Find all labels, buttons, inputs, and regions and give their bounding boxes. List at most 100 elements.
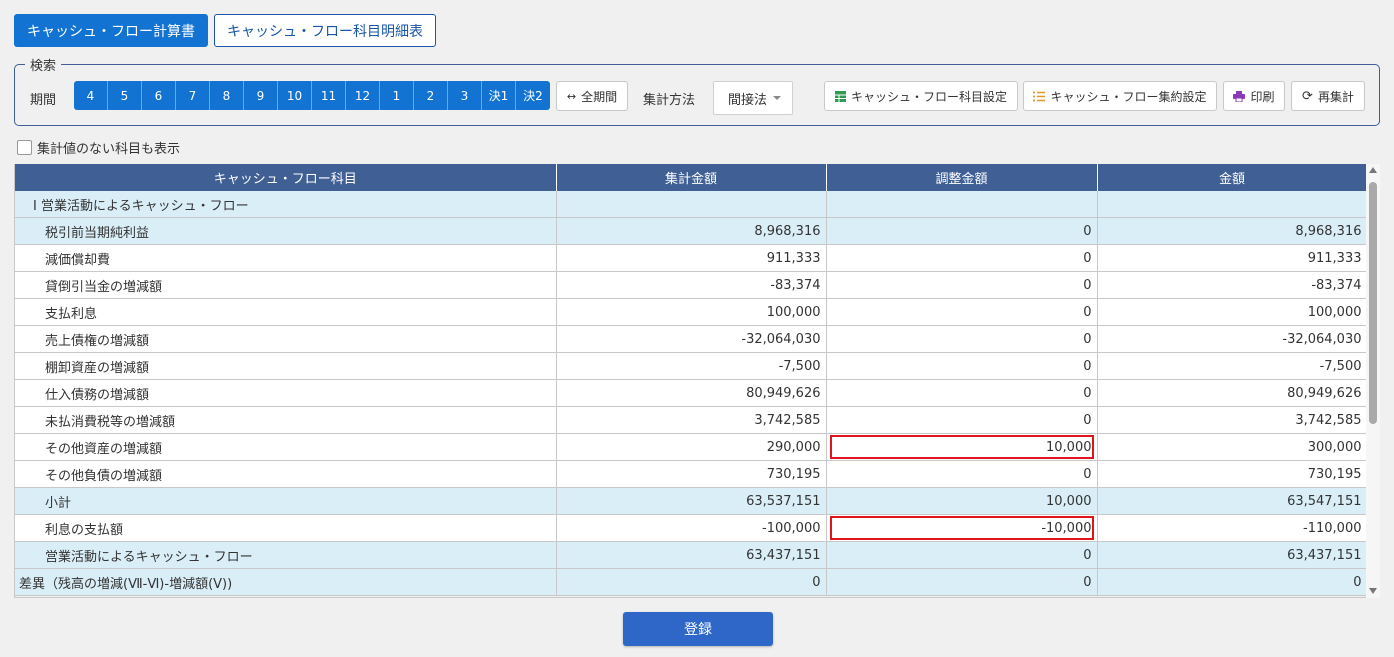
header-aggregate-amount: 集計金額 [556, 164, 827, 191]
row-name: その他負債の増減額 [15, 460, 557, 488]
month-9[interactable]: 9 [244, 81, 278, 110]
row-name: 利息の支払額 [15, 514, 557, 542]
month-4[interactable]: 4 [74, 81, 108, 110]
month-6[interactable]: 6 [142, 81, 176, 110]
row-adjustment: 0 [826, 541, 1098, 569]
row-amount: 730,195 [1097, 460, 1366, 488]
table-scrollbar[interactable] [1366, 164, 1380, 598]
row-amount: 0 [1097, 568, 1366, 596]
list-check-icon [1033, 91, 1046, 102]
row-amount: 80,949,626 [1097, 379, 1366, 407]
tab-cash-flow-statement[interactable]: キャッシュ・フロー計算書 [14, 14, 208, 47]
month-2[interactable]: 2 [414, 81, 448, 110]
month-8[interactable]: 8 [210, 81, 244, 110]
show-empty-row: 集計値のない科目も表示 [17, 138, 180, 157]
print-label: 印刷 [1250, 89, 1275, 104]
table-row: Ⅰ 営業活動によるキャッシュ・フロー [15, 191, 1366, 218]
row-adjustment[interactable]: 0 [826, 298, 1098, 326]
table-row: 利息の支払額 -100,000 -10,000 -110,000 [15, 514, 1366, 542]
month-3[interactable]: 3 [448, 81, 482, 110]
period-label: 期間 [30, 93, 57, 108]
method-label: 集計方法 [643, 93, 696, 108]
refresh-icon: ⟳ [1302, 88, 1313, 104]
row-amount: 3,742,585 [1097, 406, 1366, 434]
month-settlement-1[interactable]: 決1 [482, 81, 516, 110]
table-icon [834, 90, 846, 102]
table-row: 未払消費税等の増減額 3,742,585 0 3,742,585 [15, 406, 1366, 434]
table-row: 減価償却費 911,333 0 911,333 [15, 244, 1366, 272]
row-aggregate: 730,195 [556, 460, 827, 488]
item-settings-label: キャッシュ・フロー科目設定 [850, 89, 1007, 104]
all-period-button[interactable]: ↔ 全期間 [556, 81, 628, 111]
row-adjustment[interactable]: 0 [826, 217, 1098, 245]
method-select[interactable]: 間接法 [713, 81, 793, 115]
register-button[interactable]: 登録 [623, 612, 773, 646]
row-adjustment[interactable]: 0 [826, 352, 1098, 380]
row-aggregate: 0 [556, 568, 827, 596]
method-value: 間接法 [728, 92, 768, 108]
row-adjustment [826, 191, 1098, 218]
row-aggregate: 3,742,585 [556, 406, 827, 434]
table-row: 売上債権の増減額 -32,064,030 0 -32,064,030 [15, 325, 1366, 353]
row-amount [1097, 191, 1366, 218]
row-aggregate: -7,500 [556, 352, 827, 380]
horizontal-arrows-icon: ↔ [566, 89, 577, 103]
table-row: 小計 63,537,151 10,000 63,547,151 [15, 487, 1366, 515]
row-amount: 63,547,151 [1097, 487, 1366, 515]
row-adjustment[interactable]: 0 [826, 271, 1098, 299]
show-empty-label[interactable]: 集計値のない科目も表示 [37, 138, 180, 157]
header-adjustment-amount: 調整金額 [826, 164, 1098, 191]
row-name: 仕入債務の増減額 [15, 379, 557, 407]
row-name: 売上債権の増減額 [15, 325, 557, 353]
row-name: 営業活動によるキャッシュ・フロー [15, 541, 557, 569]
row-adjustment[interactable]: 0 [826, 406, 1098, 434]
row-aggregate: 911,333 [556, 244, 827, 272]
month-1[interactable]: 1 [380, 81, 414, 110]
month-11[interactable]: 11 [312, 81, 346, 110]
recalc-label: 再集計 [1317, 89, 1354, 104]
print-button[interactable]: 印刷 [1223, 81, 1285, 111]
row-name: 棚卸資産の増減額 [15, 352, 557, 380]
table-row: 棚卸資産の増減額 -7,500 0 -7,500 [15, 352, 1366, 380]
row-name: 差異（残高の増減(Ⅶ-Ⅵ)-増減額(Ⅴ)) [15, 568, 557, 596]
row-name: 税引前当期純利益 [15, 217, 557, 245]
month-10[interactable]: 10 [278, 81, 312, 110]
row-aggregate: 80,949,626 [556, 379, 827, 407]
row-adjustment: 0 [826, 568, 1098, 596]
scroll-thumb[interactable] [1369, 182, 1377, 424]
item-settings-button[interactable]: キャッシュ・フロー科目設定 [824, 81, 1018, 111]
scroll-up-icon[interactable] [1369, 167, 1377, 173]
table-row: その他負債の増減額 730,195 0 730,195 [15, 460, 1366, 488]
row-amount: 63,437,151 [1097, 541, 1366, 569]
row-adjustment[interactable]: 0 [826, 325, 1098, 353]
tab-cash-flow-item-detail[interactable]: キャッシュ・フロー科目明細表 [214, 14, 436, 47]
month-settlement-2[interactable]: 決2 [516, 81, 550, 110]
row-adjustment[interactable]: 0 [826, 379, 1098, 407]
month-5[interactable]: 5 [108, 81, 142, 110]
row-aggregate [556, 191, 827, 218]
row-aggregate: -83,374 [556, 271, 827, 299]
row-adjustment[interactable]: 0 [826, 460, 1098, 488]
row-name: 減価償却費 [15, 244, 557, 272]
row-adjustment-highlighted[interactable]: -10,000 [826, 514, 1098, 542]
scroll-down-icon[interactable] [1369, 588, 1377, 594]
month-7[interactable]: 7 [176, 81, 210, 110]
table-row: 支払利息 100,000 0 100,000 [15, 298, 1366, 326]
row-name: 支払利息 [15, 298, 557, 326]
show-empty-checkbox[interactable] [17, 140, 32, 155]
aggregate-settings-button[interactable]: キャッシュ・フロー集約設定 [1023, 81, 1217, 111]
row-amount: -83,374 [1097, 271, 1366, 299]
row-amount: 100,000 [1097, 298, 1366, 326]
aggregate-settings-label: キャッシュ・フロー集約設定 [1050, 89, 1207, 104]
row-amount: 8,968,316 [1097, 217, 1366, 245]
table-row: 税引前当期純利益 8,968,316 0 8,968,316 [15, 217, 1366, 245]
row-adjustment-highlighted[interactable]: 10,000 [826, 433, 1098, 461]
table-row: 差異（残高の増減(Ⅶ-Ⅵ)-増減額(Ⅴ)) 0 0 0 [15, 568, 1366, 596]
recalc-button[interactable]: ⟳ 再集計 [1291, 81, 1365, 111]
month-12[interactable]: 12 [346, 81, 380, 110]
row-adjustment[interactable]: 0 [826, 244, 1098, 272]
row-name: 貸倒引当金の増減額 [15, 271, 557, 299]
row-name: その他資産の増減額 [15, 433, 557, 461]
row-aggregate: 100,000 [556, 298, 827, 326]
chevron-down-icon [773, 96, 782, 100]
